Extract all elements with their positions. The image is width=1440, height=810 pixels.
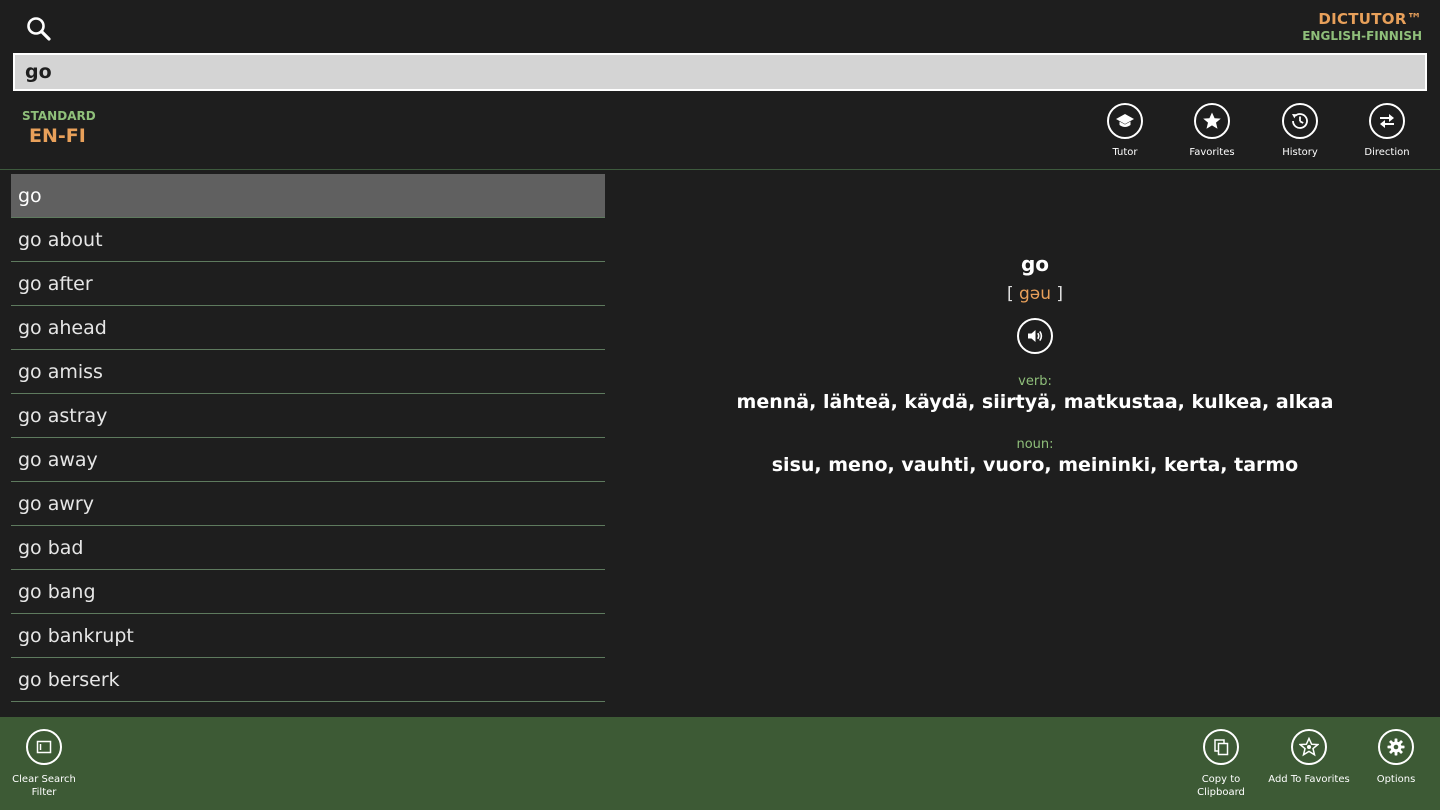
entry-headword: go bbox=[1020, 252, 1050, 276]
gear-icon bbox=[1378, 729, 1414, 765]
word-list-item[interactable]: go bankrupt bbox=[11, 614, 605, 658]
options-button[interactable]: Options bbox=[1354, 729, 1438, 786]
add-to-favorites-label: Add To Favorites bbox=[1268, 774, 1350, 785]
word-list-item[interactable]: go about bbox=[11, 218, 605, 262]
search-icon[interactable] bbox=[24, 14, 54, 44]
app-title: DICTUTOR™ bbox=[1318, 10, 1422, 28]
clear-search-filter-button[interactable]: Clear Search Filter bbox=[2, 729, 86, 799]
word-list-item[interactable]: go bang bbox=[11, 570, 605, 614]
tutor-button[interactable]: Tutor bbox=[1085, 103, 1165, 158]
speaker-icon[interactable] bbox=[1017, 318, 1053, 354]
copy-icon bbox=[1203, 729, 1239, 765]
word-list-item[interactable]: go amiss bbox=[11, 350, 605, 394]
word-list-item[interactable]: go after bbox=[11, 262, 605, 306]
translations-text: mennä, lähteä, käydä, siirtyä, matkustaa… bbox=[736, 391, 1334, 413]
word-list[interactable]: go go about go after go ahead go amiss g… bbox=[11, 174, 605, 702]
app-brand: DICTUTOR™ ENGLISH-FINNISH bbox=[1302, 10, 1422, 43]
clear-filter-icon bbox=[26, 729, 62, 765]
search-input[interactable] bbox=[13, 53, 1427, 91]
word-list-item[interactable]: go astray bbox=[11, 394, 605, 438]
swap-arrows-icon bbox=[1369, 103, 1405, 139]
bottom-app-bar: Clear Search Filter Copy to Clipboard Ad… bbox=[0, 717, 1440, 810]
copy-to-clipboard-label: Copy to Clipboard bbox=[1197, 774, 1245, 798]
app-subtitle: ENGLISH-FINNISH bbox=[1302, 29, 1422, 43]
part-of-speech-label: verb: bbox=[1018, 374, 1052, 389]
clear-search-filter-label: Clear Search Filter bbox=[12, 774, 76, 798]
history-clock-icon bbox=[1282, 103, 1318, 139]
options-label: Options bbox=[1376, 774, 1416, 785]
direction-button[interactable]: Direction bbox=[1347, 103, 1427, 158]
history-label: History bbox=[1282, 147, 1318, 158]
part-of-speech-label: noun: bbox=[1016, 437, 1054, 452]
graduation-cap-icon bbox=[1107, 103, 1143, 139]
star-add-icon bbox=[1291, 729, 1327, 765]
entry-pronunciation: [ gəu ] bbox=[630, 284, 1440, 304]
direction-label: Direction bbox=[1364, 147, 1410, 158]
favorites-button[interactable]: Favorites bbox=[1172, 103, 1252, 158]
word-list-item[interactable]: go ahead bbox=[11, 306, 605, 350]
add-to-favorites-button[interactable]: Add To Favorites bbox=[1266, 729, 1352, 786]
dictionary-mode-label: STANDARD bbox=[22, 109, 96, 123]
word-list-item[interactable]: go berserk bbox=[11, 658, 605, 702]
word-list-item[interactable]: go awry bbox=[11, 482, 605, 526]
copy-to-clipboard-button[interactable]: Copy to Clipboard bbox=[1179, 729, 1263, 799]
entry-detail: go [ gəu ] verb: mennä, lähteä, käydä, s… bbox=[630, 252, 1440, 476]
star-icon bbox=[1194, 103, 1230, 139]
word-list-item[interactable]: go bad bbox=[11, 526, 605, 570]
translations-text: sisu, meno, vauhti, vuoro, meininki, ker… bbox=[771, 454, 1299, 476]
word-list-item[interactable]: go bbox=[11, 174, 605, 218]
favorites-label: Favorites bbox=[1189, 147, 1235, 158]
header-divider bbox=[0, 169, 1440, 170]
word-list-item[interactable]: go away bbox=[11, 438, 605, 482]
dictionary-mode-value[interactable]: EN-FI bbox=[29, 125, 86, 147]
tutor-label: Tutor bbox=[1112, 147, 1138, 158]
pronunciation-open-bracket: [ bbox=[1006, 284, 1014, 304]
pronunciation-close-bracket: ] bbox=[1056, 284, 1064, 304]
pronunciation-text: gəu bbox=[1018, 284, 1052, 304]
history-button[interactable]: History bbox=[1260, 103, 1340, 158]
